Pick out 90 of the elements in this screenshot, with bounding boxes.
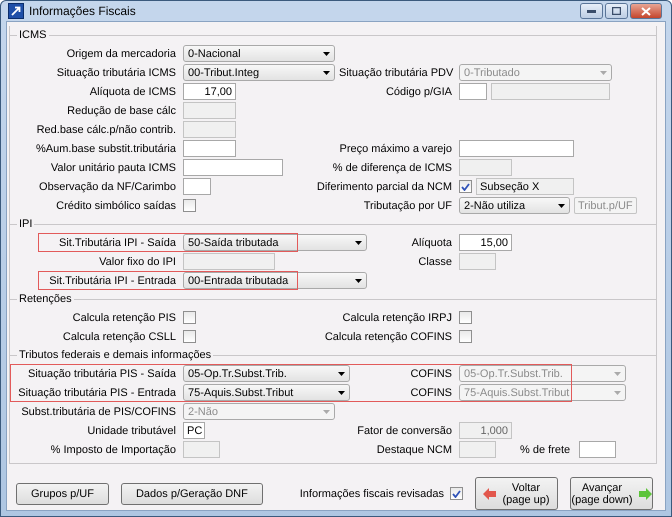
field-label: Situação tributária PDV <box>339 66 454 78</box>
field-label: % de frete <box>520 444 570 456</box>
field-label: Situação tributária ICMS <box>56 66 177 78</box>
field-label: Red.base cálc.p/não contrib. <box>36 124 177 136</box>
dropdown[interactable]: 75-Aquis.Subst.Tribut <box>183 384 350 401</box>
dropdown-arrow-icon <box>355 240 362 244</box>
field-label: Observação da NF/Carimbo <box>38 180 177 192</box>
app-icon <box>8 3 24 19</box>
close-button[interactable] <box>630 3 662 19</box>
section-heading: Retenções <box>18 293 73 305</box>
dropdown-arrow-icon <box>338 390 345 394</box>
section-heading: IPI <box>18 218 34 230</box>
close-icon <box>641 6 651 16</box>
footer-button[interactable]: Grupos p/UF <box>16 482 109 504</box>
input-field: Subseção X <box>476 178 574 195</box>
field-label: Crédito simbólico saídas <box>55 200 177 212</box>
input-field[interactable] <box>183 159 283 176</box>
dropdown-arrow-icon <box>323 70 330 74</box>
field-label: Alíquota de ICMS <box>88 86 177 98</box>
input-field[interactable] <box>183 140 236 157</box>
window-title: Informações Fiscais <box>29 4 136 18</box>
field-label: Unidade tributável <box>86 424 177 436</box>
dropdown-arrow-icon <box>614 390 621 394</box>
back-button[interactable]: Voltar (page up) <box>475 477 558 510</box>
dropdown[interactable]: 50-Saída tributada <box>183 234 367 251</box>
field-label: Valor fixo do IPI <box>98 256 177 268</box>
footer-button[interactable]: Dados p/Geração DNF <box>120 482 263 504</box>
dropdown[interactable]: 2-Não utiliza <box>459 197 570 214</box>
maximize-button[interactable] <box>605 3 628 19</box>
field-label: Diferimento parcial da NCM <box>316 180 453 192</box>
right-arrow-icon <box>638 488 652 500</box>
field-label: Classe <box>418 256 453 268</box>
checkbox[interactable] <box>459 330 472 343</box>
field-label: Fator de conversão <box>357 424 453 436</box>
checkmark-icon <box>452 490 461 498</box>
field-label: Calcula retenção PIS <box>72 312 177 324</box>
field-label: Redução de base cálc <box>66 104 177 116</box>
checkbox[interactable] <box>183 199 196 212</box>
input-field[interactable] <box>579 441 616 458</box>
field-label: Subst.tributária de PIS/COFINS <box>20 406 177 418</box>
checkbox[interactable] <box>450 487 463 500</box>
field-label: Sit.Tributária IPI - Entrada <box>48 274 177 286</box>
input-field[interactable] <box>459 83 487 100</box>
dropdown[interactable]: 0-Nacional <box>183 45 335 62</box>
dropdown-arrow-icon <box>600 70 607 74</box>
input-field[interactable]: 15,00 <box>459 234 512 251</box>
dropdown[interactable]: 00-Entrada tributada <box>183 272 367 289</box>
dropdown-arrow-icon <box>338 372 345 376</box>
field-label: Preço máximo a varejo <box>340 142 453 154</box>
maximize-icon <box>612 7 621 15</box>
checkbox[interactable] <box>183 330 196 343</box>
field-label: %Aum.base substit.tributária <box>34 142 177 154</box>
field-label: Tributação por UF <box>364 200 453 212</box>
input-field[interactable]: PC <box>183 422 205 439</box>
field-label: COFINS <box>410 368 453 380</box>
checkmark-icon <box>461 182 470 190</box>
input-field[interactable] <box>183 178 211 195</box>
input-field[interactable]: 17,00 <box>183 83 236 100</box>
minimize-button[interactable] <box>580 3 603 19</box>
field-label: Origem da mercadoria <box>66 48 177 60</box>
section-heading: Tributos federais e demais informações <box>18 349 212 361</box>
field-label: Calcula retenção IRPJ <box>342 312 453 324</box>
dropdown-arrow-icon <box>614 372 621 376</box>
field-label: % de diferença de ICMS <box>332 162 453 174</box>
minimize-icon <box>587 10 596 12</box>
reviewed-label: Informações fiscais revisadas <box>300 488 444 500</box>
field-label: Alíquota <box>412 236 453 248</box>
field-label: Calcula retenção CSLL <box>62 330 177 342</box>
field-label: Sit.Tributária IPI - Saída <box>58 236 177 248</box>
field-label: Valor unitário pauta ICMS <box>50 162 177 174</box>
left-arrow-icon <box>483 488 496 500</box>
dropdown-arrow-icon <box>558 204 565 208</box>
dropdown-arrow-icon <box>323 410 330 414</box>
forward-button[interactable]: Avançar (page down) <box>570 477 653 510</box>
field-label: Código p/GIA <box>386 86 453 98</box>
checkbox[interactable] <box>459 180 472 193</box>
dropdown[interactable]: 00-Tribut.Integ <box>183 64 335 81</box>
field-label: Situação tributária PIS - Saída <box>27 368 177 380</box>
checkbox[interactable] <box>183 311 196 324</box>
field-label: % Imposto de Importação <box>50 444 177 456</box>
field-label: Calcula retenção COFINS <box>324 330 453 342</box>
dropdown[interactable]: 05-Op.Tr.Subst.Trib. <box>183 365 350 382</box>
section-heading: ICMS <box>18 29 48 41</box>
dropdown-arrow-icon <box>355 278 362 282</box>
field-label: Destaque NCM <box>376 444 453 456</box>
checkbox[interactable] <box>459 311 472 324</box>
field-label: COFINS <box>410 386 453 398</box>
input-field[interactable] <box>459 140 574 157</box>
dropdown-arrow-icon <box>323 52 330 56</box>
field-label: Situação tributária PIS - Entrada <box>17 386 177 398</box>
